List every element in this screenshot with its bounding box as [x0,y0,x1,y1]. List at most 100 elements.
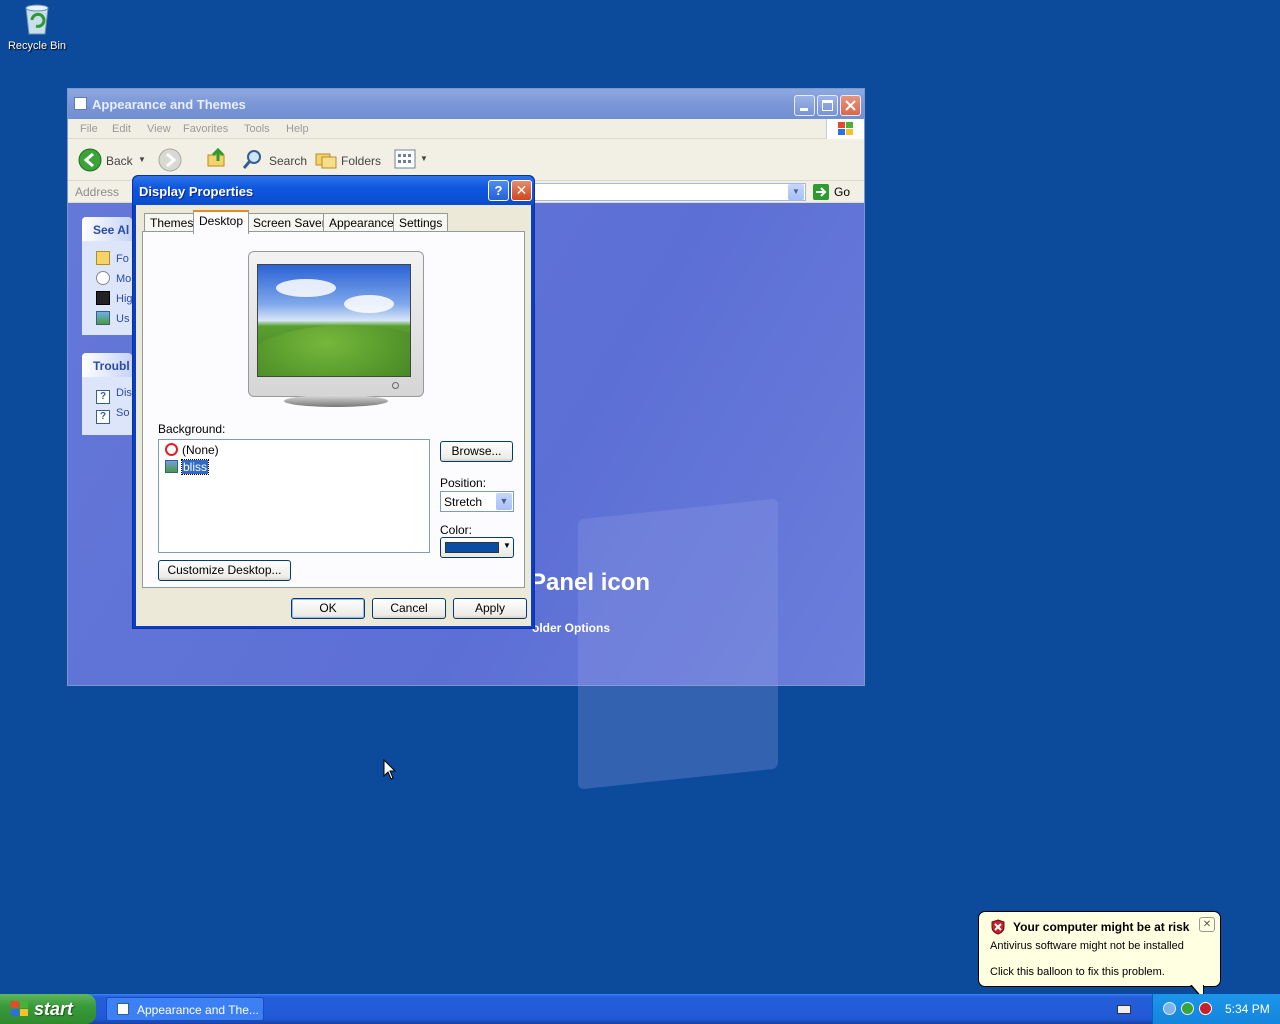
taskbar-item-label: Appearance and The... [137,1003,259,1017]
fonts-folder-icon [96,251,110,265]
recycle-bin-shortcut[interactable]: Recycle Bin [4,2,70,52]
image-file-icon [165,460,178,473]
close-icon [845,100,856,111]
menu-favorites[interactable]: Favorites [183,123,228,135]
see-also-item-fonts[interactable]: Fo [96,251,132,267]
shield-warning-icon [991,919,1005,935]
recycle-bin-icon [21,2,53,36]
folders-label: Folders [341,154,382,168]
views-button[interactable]: ▼ [394,149,430,171]
tab-desktop[interactable]: Desktop [193,210,250,234]
see-also-item-user-accounts[interactable]: Us [96,311,132,327]
security-center-icon[interactable] [1199,1002,1212,1015]
tab-screen-saver[interactable]: Screen Saver [247,213,332,232]
position-label: Position: [440,476,487,490]
search-label: Search [269,154,308,168]
menu-edit[interactable]: Edit [112,123,131,135]
menu-view[interactable]: View [147,123,171,135]
list-item-none[interactable]: (None) [165,443,219,459]
taskbar-item-appearance[interactable]: Appearance and The... [106,997,264,1021]
pick-control-panel-heading: Panel icon [530,569,651,596]
none-icon [165,443,178,456]
go-button[interactable]: Go [810,183,860,201]
troubleshoot-item-sound[interactable]: ? So [96,407,132,424]
folders-icon [315,153,337,169]
color-swatch [445,542,499,553]
windows-logo-icon [826,119,864,139]
troubleshoot-item-display[interactable]: ? Dis [96,387,132,404]
monitor-preview [248,251,424,397]
menu-help[interactable]: Help [286,123,309,135]
taskbar: start Appearance and The... 5:34 PM [0,994,1280,1024]
help-question-icon: ? [96,410,110,424]
dialog-close-button[interactable]: ✕ [511,180,532,201]
desktop-tab-page: Background: (None) bliss Browse... Posit… [142,231,525,588]
back-button[interactable]: Back ▼ [78,147,148,173]
power-led-icon [392,382,399,389]
monitor-stand [284,395,388,407]
system-tray: 5:34 PM [1152,994,1280,1024]
wallpaper-preview [257,264,411,377]
up-folder-icon [207,147,225,167]
up-folder-button[interactable] [206,147,230,173]
help-button[interactable]: ? [488,180,509,201]
color-label: Color: [440,523,473,537]
network-icon[interactable] [1163,1002,1176,1015]
apply-button[interactable]: Apply [453,598,527,619]
cancel-button[interactable]: Cancel [372,598,446,619]
customize-desktop-button[interactable]: Customize Desktop... [158,560,291,581]
see-also-header[interactable]: See Al [82,217,132,241]
forward-button[interactable] [158,147,192,173]
see-also-item-high-contrast[interactable]: Hig [96,291,132,307]
background-list[interactable]: (None) bliss [158,439,430,553]
position-select[interactable]: Stretch ▼ [440,491,514,512]
balloon-close-button[interactable]: ✕ [1199,917,1215,932]
menu-file[interactable]: File [80,123,98,135]
windows-flag-icon [11,1001,28,1016]
start-label: start [34,999,74,1019]
color-picker-button[interactable]: ▼ [440,537,514,558]
user-accounts-icon [96,311,110,325]
see-also-item-mouse[interactable]: Mo [96,271,132,287]
hill-shape [258,325,410,376]
tab-appearance[interactable]: Appearance [323,213,400,232]
recycle-bin-label: Recycle Bin [7,40,67,52]
list-item-bliss[interactable]: bliss [165,459,210,476]
control-panel-icon [74,97,87,110]
dialog-titlebar[interactable]: Display Properties ? ✕ [133,176,534,205]
folder-options-link[interactable]: older Options [532,621,610,635]
troubleshooters-header[interactable]: Troubl [82,353,132,377]
dialog-title: Display Properties [139,184,254,199]
ok-button[interactable]: OK [291,598,365,619]
explorer-titlebar[interactable]: Appearance and Themes [68,89,864,119]
go-label: Go [834,185,851,199]
menu-bar: File Edit View Favorites Tools Help [68,119,864,139]
chevron-down-icon: ▼ [503,541,511,550]
forward-arrow-icon [158,148,182,172]
start-button[interactable]: start [0,994,96,1024]
security-balloon[interactable]: Your computer might be at risk ✕ Antivir… [978,911,1221,987]
search-button[interactable]: Search [242,147,308,173]
keyboard-icon[interactable] [1117,1005,1131,1014]
minimize-button[interactable] [794,95,815,116]
balloon-title: Your computer might be at risk [1013,920,1190,934]
clock[interactable]: 5:34 PM [1225,1002,1270,1016]
views-grid-icon [394,149,416,169]
balloon-action-text: Click this balloon to fix this problem. [990,966,1165,978]
help-icon: ? [494,183,503,198]
maximize-button[interactable] [817,95,838,116]
troubleshooters-panel: Troubl ? Dis ? So [82,353,132,435]
update-icon[interactable] [1181,1002,1194,1015]
menu-tools[interactable]: Tools [244,123,270,135]
close-button[interactable] [840,95,861,116]
back-label: Back [106,154,133,168]
tab-settings[interactable]: Settings [393,213,449,232]
folders-button[interactable]: Folders [314,147,382,173]
tab-themes[interactable]: Themes [144,213,200,232]
mouse-pointer-icon [96,271,110,285]
close-icon: ✕ [515,182,528,198]
chevron-down-icon: ▼ [496,493,512,510]
address-dropdown-button[interactable]: ▼ [788,184,804,200]
browse-button[interactable]: Browse... [440,441,513,462]
go-arrow-icon [813,184,829,200]
